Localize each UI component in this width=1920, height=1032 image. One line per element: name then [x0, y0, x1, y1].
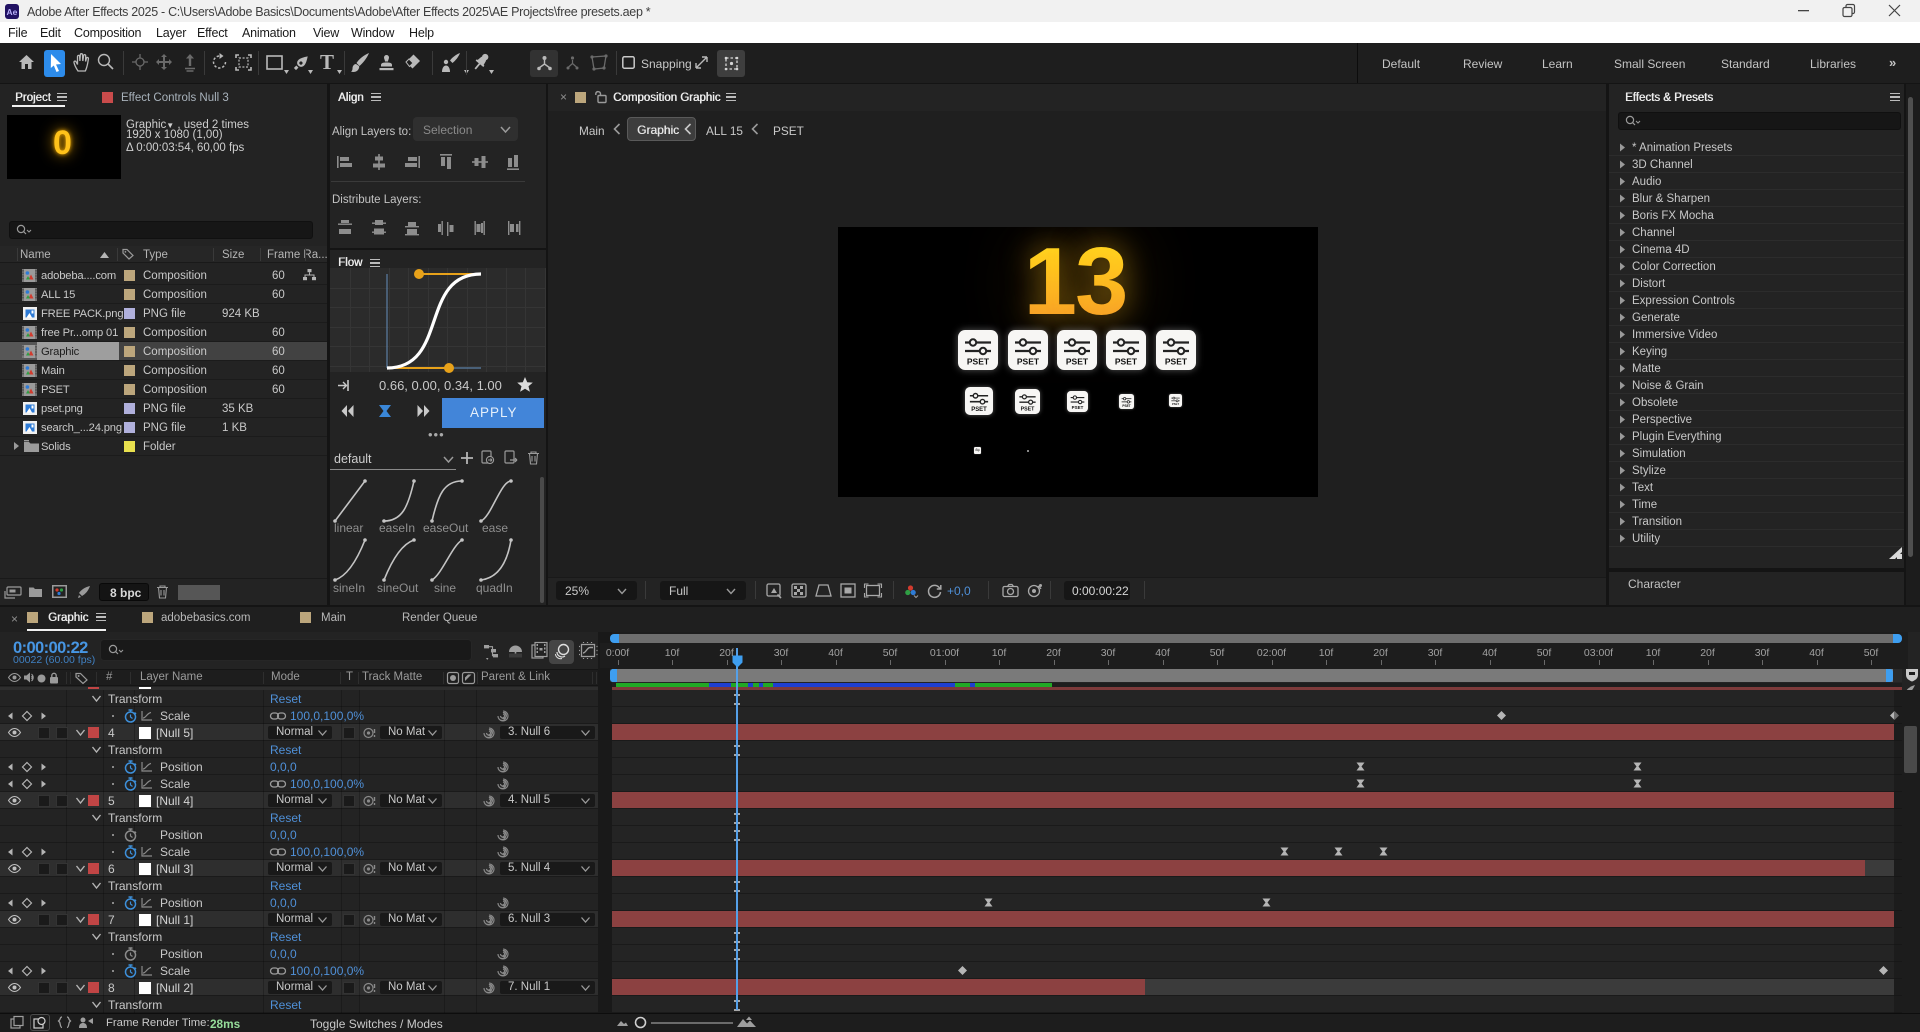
svg-text:PSET: PSET [1165, 357, 1188, 367]
svg-text:PSET: PSET [1071, 405, 1083, 410]
svg-text:PSET: PSET [1021, 406, 1036, 412]
svg-text:PSET: PSET [1065, 357, 1088, 367]
svg-text:PSET: PSET [1115, 357, 1138, 367]
svg-text:PSET: PSET [1122, 403, 1130, 407]
svg-text:PSET: PSET [967, 357, 990, 367]
svg-text:PSET: PSET [971, 407, 987, 413]
svg-text:PSET: PSET [1172, 402, 1180, 406]
svg-text:PSET: PSET [1016, 357, 1039, 367]
